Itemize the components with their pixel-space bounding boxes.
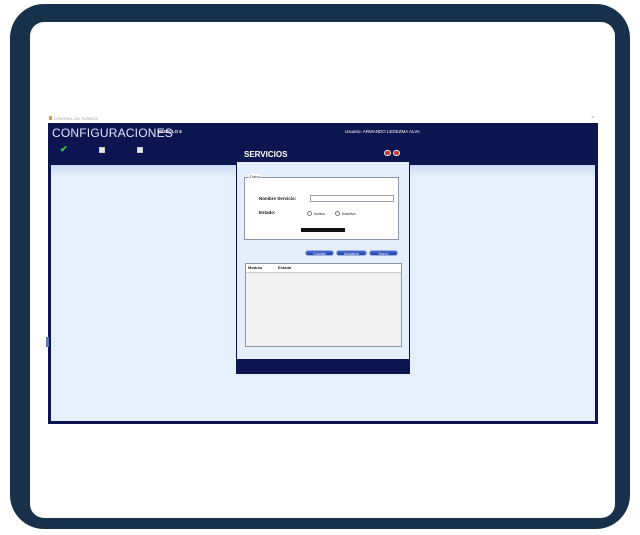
- estado-label: Estado:: [259, 210, 276, 215]
- nuevo-button[interactable]: Nuevo: [369, 250, 398, 256]
- servicios-dialog: SERVICIOS Datos Nombre Servicio: Estado:…: [236, 145, 410, 374]
- datos-group: Datos Nombre Servicio: Estado: Activo In…: [244, 174, 399, 240]
- app-icon: [49, 116, 52, 120]
- minimize-icon[interactable]: [384, 150, 391, 156]
- actualizar-button[interactable]: Actualizar: [336, 250, 367, 256]
- dialog-footer: [236, 359, 410, 374]
- group-label: Datos: [249, 174, 262, 179]
- servicios-table[interactable]: Modulo Estado: [245, 263, 402, 347]
- user-label: Usuario: ARMANDO LEDEZMA ALVA: [345, 129, 420, 134]
- window-titlebar: CONTROL DE TURNOS ×: [48, 114, 598, 123]
- window-title: CONTROL DE TURNOS: [54, 116, 99, 121]
- dialog-title: SERVICIOS: [244, 150, 288, 159]
- check-icon: ✔: [60, 144, 68, 154]
- table-header: Modulo Estado: [246, 264, 401, 273]
- column-header-modulo[interactable]: Modulo: [248, 265, 262, 270]
- module-label: MODULO 5: [158, 129, 182, 134]
- column-header-estado[interactable]: Estado: [278, 265, 291, 270]
- close-icon[interactable]: [393, 150, 400, 156]
- nombre-servicio-label: Nombre Servicio:: [259, 196, 297, 201]
- app-window: CONTROL DE TURNOS × CONFIGURACIONES MODU…: [46, 114, 598, 424]
- radio-activo[interactable]: [307, 211, 312, 216]
- dialog-body: Datos Nombre Servicio: Estado: Activo In…: [237, 162, 409, 359]
- progress-fill: [301, 228, 345, 232]
- page-title: CONFIGURACIONES: [52, 126, 174, 140]
- side-tab[interactable]: [46, 337, 49, 347]
- guardar-button[interactable]: Guardar: [305, 250, 334, 256]
- close-icon[interactable]: ×: [591, 115, 594, 121]
- nombre-servicio-input[interactable]: [310, 195, 394, 202]
- radio-inactivo-label: Inactivo: [342, 211, 356, 216]
- radio-activo-label: Activo: [314, 211, 325, 216]
- progress-bar: [301, 228, 345, 232]
- radio-inactivo[interactable]: [335, 211, 340, 216]
